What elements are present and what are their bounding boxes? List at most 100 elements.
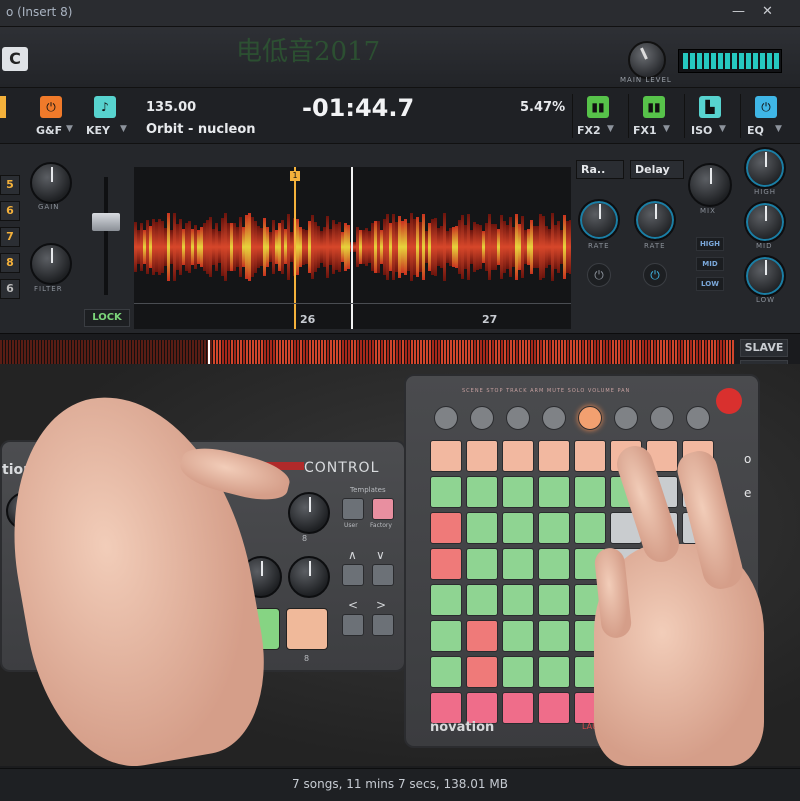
tab-fx1[interactable]: ▮▮ FX1 ▼ xyxy=(628,94,685,138)
waveform-display[interactable]: 1 26 27 xyxy=(134,167,571,329)
launchpad-top-button[interactable] xyxy=(506,406,530,430)
meter-segment xyxy=(760,53,765,69)
tab-eq[interactable]: ⏻ EQ ▼ xyxy=(740,94,800,138)
launchpad-top-button[interactable] xyxy=(614,406,638,430)
power-icon: ⏻ xyxy=(40,96,62,118)
pitch-percent[interactable]: 5.47% xyxy=(520,100,565,115)
iso-mid-button[interactable]: MID xyxy=(696,257,724,271)
left-button[interactable] xyxy=(342,614,364,636)
cue-button[interactable]: 6 xyxy=(0,279,20,299)
launchpad-top-button[interactable] xyxy=(650,406,674,430)
launchpad-pad[interactable] xyxy=(538,476,570,508)
filter-knob[interactable] xyxy=(30,243,72,285)
fx2-effect-select[interactable]: Ra.. xyxy=(576,160,624,179)
eq-high-knob[interactable] xyxy=(744,147,786,189)
launchpad-pad[interactable] xyxy=(466,440,498,472)
launchpad-top-button[interactable] xyxy=(542,406,566,430)
launchpad-pad[interactable] xyxy=(430,440,462,472)
fx2-rate-knob[interactable] xyxy=(578,199,620,241)
slave-button[interactable]: SLAVE xyxy=(740,339,788,357)
launchpad-pad[interactable] xyxy=(574,440,606,472)
minimize-button[interactable]: — xyxy=(732,4,745,19)
tempo-fader-handle[interactable] xyxy=(92,213,120,231)
chevron-down-icon: ▼ xyxy=(719,124,726,134)
launchpad-pad[interactable] xyxy=(502,476,534,508)
iso-high-button[interactable]: HIGH xyxy=(696,237,724,251)
fx1-power-icon[interactable]: ⏻ xyxy=(643,263,667,287)
launchpad-pad[interactable] xyxy=(466,620,498,652)
gain-knob[interactable] xyxy=(30,162,72,204)
deck-info-row: ⏻ G&F ▼ ♪ KEY ▼ 135.00 -01:44.7 5.47% Or… xyxy=(0,88,800,144)
cue-button[interactable]: 6 xyxy=(0,201,20,221)
launchpad-pad[interactable] xyxy=(502,620,534,652)
right-button[interactable] xyxy=(372,614,394,636)
launchpad-pad[interactable] xyxy=(538,440,570,472)
fx1-rate-knob[interactable] xyxy=(634,199,676,241)
factory-template-button[interactable] xyxy=(372,498,394,520)
launchpad-pad[interactable] xyxy=(538,620,570,652)
launchpad-pad[interactable] xyxy=(430,476,462,508)
launchpad-pad[interactable] xyxy=(430,512,462,544)
fx1-effect-select[interactable]: Delay xyxy=(630,160,684,179)
partial-tab-icon[interactable] xyxy=(0,96,6,118)
down-button[interactable] xyxy=(372,564,394,586)
launchpad-top-button[interactable] xyxy=(470,406,494,430)
cue-button[interactable]: 7 xyxy=(0,227,20,247)
iso-mix-label: MIX xyxy=(700,207,716,215)
launchpad-pad[interactable] xyxy=(466,512,498,544)
iso-mix-knob[interactable] xyxy=(688,163,732,207)
launchpad-pad[interactable] xyxy=(502,512,534,544)
tab-iso[interactable]: ▙ ISO ▼ xyxy=(684,94,741,138)
launchpad-pad[interactable] xyxy=(466,476,498,508)
close-button[interactable]: ✕ xyxy=(762,4,773,19)
launchpad-pad[interactable] xyxy=(466,584,498,616)
launchpad-pad[interactable] xyxy=(538,548,570,580)
launchpad-pad[interactable] xyxy=(574,512,606,544)
bpm-display[interactable]: 135.00 xyxy=(146,100,196,115)
cue-marker[interactable]: 1 xyxy=(290,171,300,181)
launchpad-pad[interactable] xyxy=(430,548,462,580)
launchpad-pad[interactable] xyxy=(430,584,462,616)
tab-key[interactable]: ♪ KEY ▼ xyxy=(80,94,134,138)
launchpad-pad[interactable] xyxy=(574,476,606,508)
main-level-knob[interactable] xyxy=(628,41,666,79)
iso-low-button[interactable]: LOW xyxy=(696,277,724,291)
cue-button[interactable]: 8 xyxy=(0,253,20,273)
eq-low-knob[interactable] xyxy=(744,255,786,297)
launchpad-pad[interactable] xyxy=(538,656,570,688)
launchpad-pad[interactable] xyxy=(430,656,462,688)
main-level-label: MAIN LEVEL xyxy=(620,76,672,84)
launchpad-pad[interactable] xyxy=(538,692,570,724)
launchpad-pad[interactable] xyxy=(502,584,534,616)
pad-number: 8 xyxy=(304,654,310,663)
up-button[interactable] xyxy=(342,564,364,586)
tab-gf-label: G&F xyxy=(36,124,63,137)
launchpad-top-button[interactable] xyxy=(434,406,458,430)
launchpad-top-button[interactable] xyxy=(686,406,710,430)
launchpad-pad[interactable] xyxy=(466,656,498,688)
user-template-button[interactable] xyxy=(342,498,364,520)
launchpad-top-button[interactable] xyxy=(578,406,602,430)
app-logo[interactable]: C xyxy=(2,47,28,71)
launchpad-pad[interactable] xyxy=(466,548,498,580)
eq-mid-knob[interactable] xyxy=(744,201,786,243)
launchpad-pad[interactable] xyxy=(502,548,534,580)
launchpad-pad[interactable] xyxy=(538,584,570,616)
time-remaining[interactable]: -01:44.7 xyxy=(302,94,414,122)
cue-button[interactable]: 5 xyxy=(0,175,20,195)
launchpad-pad[interactable] xyxy=(538,512,570,544)
cue-buttons: 5 6 7 8 6 xyxy=(0,144,22,354)
tab-fx2[interactable]: ▮▮ FX2 ▼ xyxy=(572,94,629,138)
launchpad-pad[interactable] xyxy=(430,620,462,652)
launchpad-pad[interactable] xyxy=(502,440,534,472)
device-knob[interactable] xyxy=(288,556,330,598)
launchpad-pad[interactable] xyxy=(502,656,534,688)
device-knob[interactable] xyxy=(288,492,330,534)
control-pad[interactable] xyxy=(286,608,328,650)
tab-gf[interactable]: ⏻ G&F ▼ xyxy=(26,94,86,138)
lock-button[interactable]: LOCK xyxy=(84,309,130,327)
control-brand-label: CONTROL xyxy=(304,460,380,476)
eq-mid-label: MID xyxy=(756,242,773,250)
fx2-power-icon[interactable]: ⏻ xyxy=(587,263,611,287)
launchpad-pad[interactable] xyxy=(502,692,534,724)
